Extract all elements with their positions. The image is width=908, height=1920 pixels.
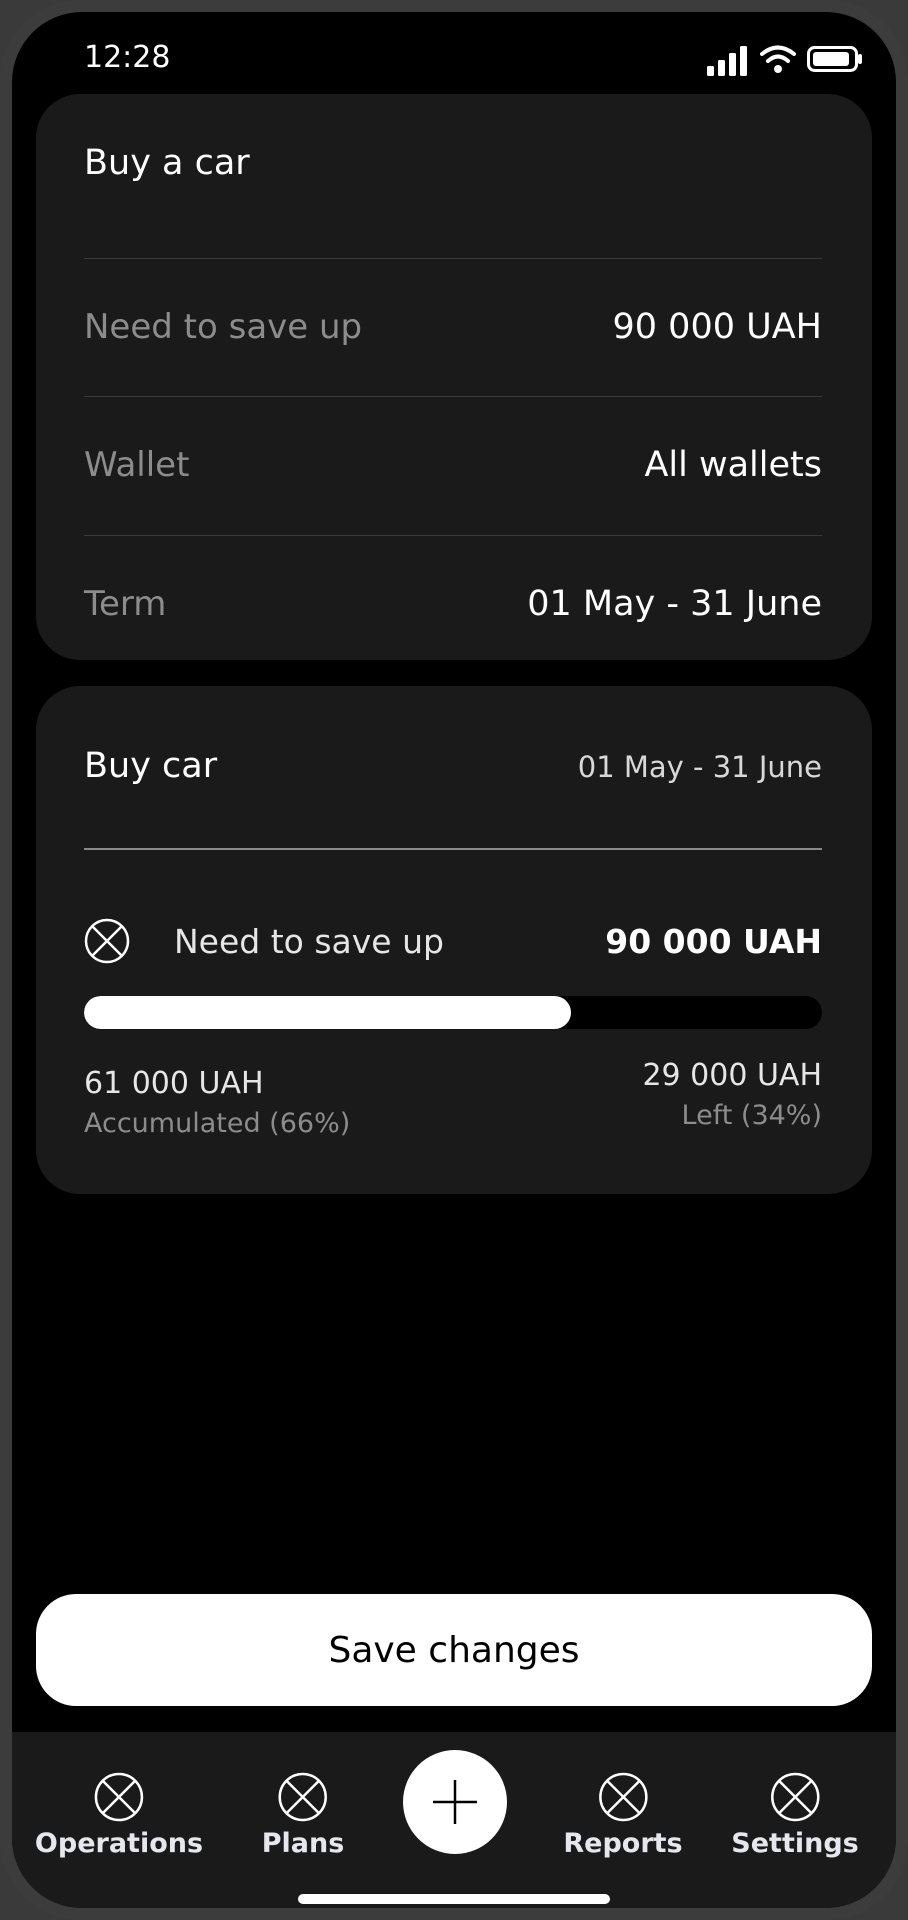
need-to-save-row[interactable]: Need to save up 90 000 UAH: [84, 258, 822, 396]
divider: [84, 848, 822, 850]
wallet-row[interactable]: Wallet All wallets: [84, 396, 822, 534]
goal-title: Buy a car: [84, 143, 250, 183]
circle-x-icon: [94, 1772, 144, 1822]
status-bar: 12:28: [12, 12, 896, 102]
plus-icon: [433, 1780, 477, 1824]
tab-bar: Operations Plans Reports Settings: [12, 1732, 896, 1908]
need-to-save-value: 90 000 UAH: [612, 307, 822, 347]
need-to-save-amount: 90 000 UAH: [605, 922, 822, 961]
left-amount: 29 000 UAH: [642, 1058, 822, 1093]
tab-label: Operations: [34, 1828, 204, 1859]
circle-x-icon: [84, 918, 130, 964]
circle-x-icon: [770, 1772, 820, 1822]
screen: 12:28 Buy a car Need to save up 90 000 U…: [12, 12, 896, 1908]
progress-bar: [84, 996, 822, 1029]
device-frame: 12:28 Buy a car Need to save up 90 000 U…: [0, 0, 908, 1920]
tab-plans[interactable]: Plans: [261, 1772, 345, 1859]
accumulated-label: Accumulated (66%): [84, 1108, 351, 1139]
progress-card-date: 01 May - 31 June: [577, 750, 822, 784]
goal-title-row[interactable]: Buy a car: [84, 94, 822, 232]
accumulated-amount: 61 000 UAH: [84, 1066, 264, 1101]
signal-icon: [707, 46, 747, 76]
progress-bar-fill: [84, 996, 572, 1029]
add-button[interactable]: [403, 1750, 507, 1854]
progress-card-title: Buy car: [84, 746, 218, 786]
term-value: 01 May - 31 June: [527, 584, 822, 624]
circle-x-icon: [278, 1772, 328, 1822]
status-time: 12:28: [84, 40, 171, 75]
need-to-save-label: Need to save up: [174, 922, 444, 961]
tab-label: Settings: [731, 1828, 859, 1859]
home-indicator: [298, 1894, 610, 1904]
wallet-label: Wallet: [84, 445, 190, 485]
term-label: Term: [84, 584, 167, 624]
goal-details-card: Buy a car Need to save up 90 000 UAH Wal…: [36, 94, 872, 660]
tab-label: Plans: [261, 1828, 345, 1859]
tab-label: Reports: [563, 1828, 683, 1859]
wallet-value: All wallets: [644, 445, 822, 485]
tab-operations[interactable]: Operations: [35, 1772, 203, 1859]
goal-progress-card: Buy car 01 May - 31 June Need to save up…: [36, 686, 872, 1194]
wifi-icon: [760, 45, 796, 73]
term-row[interactable]: Term 01 May - 31 June: [84, 535, 822, 673]
left-label: Left (34%): [681, 1100, 822, 1131]
tab-reports[interactable]: Reports: [563, 1772, 683, 1859]
save-changes-button[interactable]: Save changes: [36, 1594, 872, 1706]
circle-x-icon: [598, 1772, 648, 1822]
battery-icon: [807, 46, 862, 72]
need-to-save-label: Need to save up: [84, 307, 363, 347]
tab-settings[interactable]: Settings: [731, 1772, 859, 1859]
